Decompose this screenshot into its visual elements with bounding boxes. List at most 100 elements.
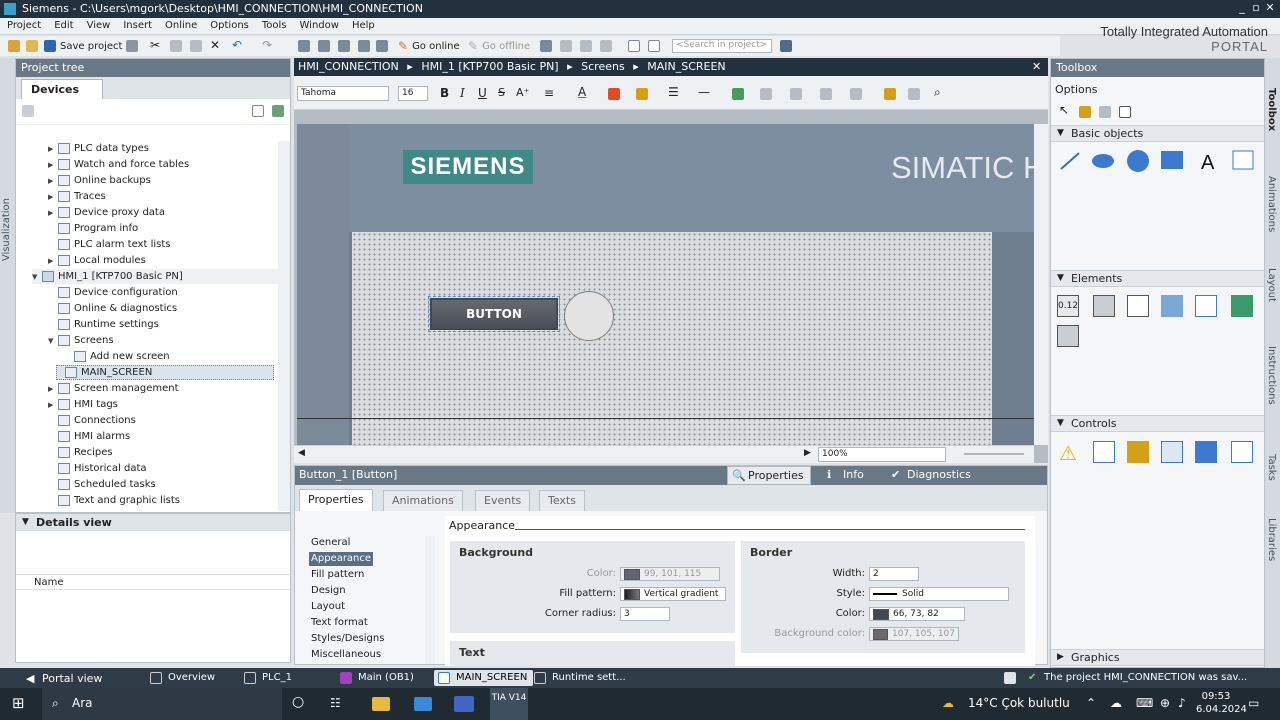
tab-animations[interactable]: Animations (383, 490, 463, 511)
menu-view[interactable]: View (80, 18, 117, 31)
graphic-view-icon[interactable] (1232, 150, 1254, 170)
nav-styles-designs[interactable]: Styles/Designs (309, 632, 386, 646)
tab-info[interactable]: ℹ Info (823, 466, 870, 485)
tree-item[interactable]: Add new screen (64, 349, 170, 364)
circle-icon[interactable] (1127, 150, 1149, 172)
group-icon[interactable] (790, 88, 802, 100)
tree-item[interactable]: ▶ Screen management (48, 381, 179, 396)
menu-tools[interactable]: Tools (255, 18, 293, 31)
collapse-arrow-icon[interactable]: ▼ (22, 517, 29, 527)
tree-item[interactable]: HMI alarms (48, 429, 130, 444)
taskbar-search[interactable]: ⌕ Ara (42, 688, 282, 720)
tab-order-icon[interactable] (908, 88, 920, 100)
nav-design[interactable]: Design (309, 584, 348, 598)
scroll-right-icon[interactable]: ▶ (804, 448, 811, 458)
expand-arrow-icon[interactable]: ▶ (48, 145, 58, 153)
project-search-input[interactable]: <Search in project> (672, 39, 772, 53)
save-project-button[interactable]: Save project (44, 39, 122, 53)
tool-icon[interactable] (1099, 106, 1111, 118)
portal-view-button[interactable]: ◀ Portal view (20, 670, 108, 686)
tree-item[interactable]: ▶ PLC data types (48, 141, 149, 156)
undo-icon[interactable]: ↶ (232, 38, 242, 52)
breadcrumb-screens[interactable]: Screens (581, 60, 625, 73)
breadcrumb-project[interactable]: HMI_CONNECTION (298, 60, 399, 73)
menu-options[interactable]: Options (203, 18, 255, 31)
clock[interactable]: 09:53 6.04.2024 (1196, 690, 1247, 716)
zoom-select[interactable]: 100% (818, 447, 946, 462)
delete-icon[interactable]: ✕ (210, 38, 220, 52)
hmi-circle[interactable] (564, 291, 614, 341)
compile-icon[interactable] (298, 40, 310, 52)
menu-online[interactable]: Online (158, 18, 203, 31)
tree-item[interactable]: Online & diagnostics (48, 301, 177, 316)
button-element-icon[interactable] (1093, 295, 1115, 317)
tree-item[interactable]: ▶ Online backups (48, 173, 151, 188)
screen-work-area[interactable]: BUTTON (352, 232, 992, 445)
nav-scrollbar[interactable] (425, 536, 435, 664)
format-painter-icon[interactable] (884, 88, 896, 100)
border-style-select[interactable]: Solid (869, 587, 1009, 601)
tree-item-main-screen[interactable]: MAIN_SCREEN (56, 365, 274, 380)
volume-icon[interactable]: ♪ (1178, 696, 1186, 710)
tree-item[interactable]: Recipes (48, 445, 113, 460)
view-icon[interactable] (1119, 106, 1131, 118)
tree-item[interactable]: ▶ Device proxy data (48, 205, 165, 220)
line-icon[interactable] (1060, 152, 1080, 170)
details-view-header[interactable]: ▼ Details view (16, 514, 290, 531)
tree-item[interactable]: ▶ HMI tags (48, 397, 118, 412)
section-graphics[interactable]: ▶ Graphics (1051, 649, 1264, 666)
fill-pattern-select[interactable]: Vertical gradient (620, 587, 726, 601)
menu-insert[interactable]: Insert (116, 18, 158, 31)
tree-scrollbar[interactable] (278, 141, 290, 511)
file-explorer-icon[interactable] (372, 697, 390, 711)
user-icon[interactable] (1079, 106, 1091, 118)
redo-icon[interactable]: ↷ (262, 38, 272, 52)
hmi-button[interactable]: BUTTON (428, 296, 560, 332)
go-online-button[interactable]: ✎ Go online (398, 39, 460, 53)
copy-icon[interactable] (170, 40, 182, 52)
expand-arrow-icon[interactable]: ▶ (48, 401, 58, 409)
task-overview[interactable]: Overview (146, 670, 221, 686)
tree-item[interactable]: Historical data (48, 461, 147, 476)
nav-appearance[interactable]: Appearance (309, 552, 374, 566)
sidetab-animations[interactable]: Animations (1266, 176, 1277, 232)
new-project-icon[interactable] (8, 40, 20, 52)
menu-window[interactable]: Window (293, 18, 345, 31)
pointer-icon[interactable]: ↖ (1059, 103, 1069, 117)
breadcrumb-main-screen[interactable]: MAIN_SCREEN (647, 60, 725, 73)
tree-item-screens[interactable]: ▼ Screens (48, 333, 114, 348)
task-plc1[interactable]: PLC_1 (240, 670, 298, 686)
paste-icon[interactable] (190, 40, 202, 52)
hmi-canvas[interactable]: SIEMENS SIMATIC H BUTTON (297, 124, 1034, 445)
alarm-view-icon[interactable]: ⚠ (1059, 441, 1077, 465)
sidetab-instructions[interactable]: Instructions (1266, 346, 1277, 405)
scroll-left-icon[interactable]: ◀ (298, 448, 305, 458)
sidetab-layout[interactable]: Layout (1266, 268, 1277, 302)
sidetab-libraries[interactable]: Libraries (1266, 518, 1277, 561)
editor-close-icon[interactable]: ✕ (1032, 60, 1041, 73)
tab-events[interactable]: Events (475, 490, 531, 511)
zoom-slider[interactable] (964, 453, 1024, 455)
breadcrumb-hmi[interactable]: HMI_1 [KTP700 Basic PN] (421, 60, 558, 73)
nav-layout[interactable]: Layout (309, 600, 347, 614)
menu-project[interactable]: Project (0, 18, 47, 31)
italic-icon[interactable]: I (460, 86, 465, 100)
html-browser-icon[interactable] (1161, 441, 1183, 463)
task-main-ob1[interactable]: Main (OB1) (336, 670, 420, 686)
tree-item[interactable]: PLC alarm text lists (48, 237, 170, 252)
align-objects-icon[interactable] (820, 88, 832, 100)
notification-icon[interactable]: ▭ (1248, 696, 1259, 710)
io-field-icon[interactable]: 0.12 (1057, 295, 1079, 317)
app-icon[interactable] (414, 697, 432, 711)
section-basic-objects[interactable]: ▼ Basic objects (1051, 125, 1264, 142)
close-split-icon[interactable] (600, 40, 612, 52)
line-color-icon[interactable] (636, 88, 648, 100)
windows-start-icon[interactable]: ⊞ (12, 694, 25, 712)
add-device-icon[interactable] (22, 105, 34, 117)
section-controls[interactable]: ▼ Controls (1051, 415, 1264, 432)
task-main-screen[interactable]: MAIN_SCREEN (434, 670, 534, 686)
cross-reference-icon[interactable] (560, 40, 572, 52)
weather-text[interactable]: 14°C Çok bulutlu (968, 696, 1070, 710)
font-size-grow-icon[interactable]: A⁺ (516, 86, 529, 99)
recipe-view-icon[interactable] (1195, 441, 1217, 463)
